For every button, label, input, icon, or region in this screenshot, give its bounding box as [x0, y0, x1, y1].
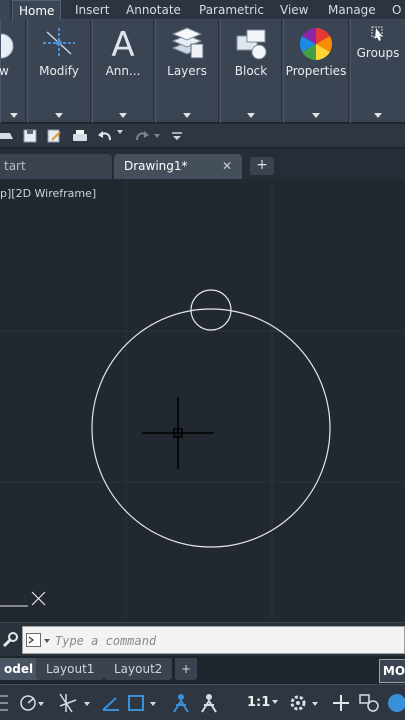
- grid-toggle-icon[interactable]: [0, 692, 10, 714]
- insert-block-icon: [236, 29, 267, 60]
- close-tab-icon[interactable]: ✕: [222, 154, 232, 178]
- panel-groups[interactable]: Groups: [350, 20, 405, 123]
- panel-block-expand-icon[interactable]: [247, 113, 255, 118]
- panel-groups-expand-icon[interactable]: [374, 113, 382, 118]
- panel-groups-label: Groups: [356, 46, 400, 60]
- command-line: [0, 622, 405, 656]
- new-tab-button[interactable]: +: [250, 157, 274, 175]
- tab-drawing1-label: Drawing1*: [124, 159, 188, 173]
- panel-modify[interactable]: Modify: [27, 20, 91, 123]
- save-icon[interactable]: [22, 128, 38, 144]
- panel-modify-expand-icon[interactable]: [55, 113, 63, 118]
- svg-text:A: A: [111, 26, 134, 60]
- dynamic-input-icon[interactable]: [100, 692, 122, 714]
- panel-draw[interactable]: w: [0, 20, 26, 123]
- ribbon-tab-bar: Home Insert Annotate Parametric View Man…: [0, 0, 405, 20]
- panel-layers-expand-icon[interactable]: [183, 113, 191, 118]
- draw-icon: [1, 33, 14, 59]
- status-bar: 1:1: [0, 684, 405, 720]
- panel-properties-expand-icon[interactable]: [312, 113, 320, 118]
- isodraft-icon[interactable]: [56, 692, 96, 714]
- tab-insert[interactable]: Insert: [75, 0, 109, 20]
- tab-start-label: tart: [4, 159, 26, 173]
- model-space-button[interactable]: MO: [379, 659, 405, 683]
- command-prompt-icon[interactable]: [26, 633, 52, 649]
- command-input-box[interactable]: [22, 626, 405, 654]
- object-snap-icon[interactable]: [126, 692, 162, 714]
- quick-access-toolbar: [0, 124, 405, 148]
- file-tab-bar: tart Drawing1* ✕ +: [0, 149, 405, 179]
- grid-lines: [0, 179, 405, 620]
- panel-layers-label: Layers: [167, 64, 207, 78]
- selection-cycling-icon[interactable]: [170, 692, 192, 714]
- ucs-icon: [0, 591, 46, 607]
- redo-dropdown-icon[interactable]: [154, 134, 160, 138]
- undo-icon[interactable]: [97, 128, 113, 144]
- isolate-objects-icon[interactable]: [358, 692, 380, 714]
- tab-layout2[interactable]: Layout2: [104, 658, 173, 680]
- panel-block-label: Block: [234, 64, 268, 78]
- tab-manage[interactable]: Manage: [328, 0, 376, 20]
- tab-annotate[interactable]: Annotate: [126, 0, 181, 20]
- tab-start[interactable]: tart: [0, 154, 112, 179]
- plus-icon[interactable]: [330, 692, 352, 714]
- ribbon-panels: w Modify A Ann... Layers Block Propertie…: [0, 20, 405, 123]
- panel-modify-label: Modify: [39, 64, 79, 78]
- tab-view[interactable]: View: [280, 0, 308, 20]
- undo-dropdown-icon[interactable]: [117, 130, 123, 134]
- panel-draw-expand-icon[interactable]: [10, 113, 18, 118]
- panel-layers[interactable]: Layers: [155, 20, 219, 123]
- group-icon: [371, 26, 383, 41]
- open-file-icon[interactable]: [0, 128, 16, 144]
- drawing-area: [0, 179, 405, 620]
- hardware-acceleration-icon[interactable]: [386, 692, 405, 714]
- tab-home[interactable]: Home: [12, 0, 62, 20]
- text-annotation-icon: A: [111, 26, 134, 60]
- tab-more[interactable]: O: [392, 0, 401, 20]
- polar-tracking-icon[interactable]: [18, 692, 46, 714]
- save-as-icon[interactable]: [46, 128, 62, 144]
- annotation-visibility-icon[interactable]: [198, 692, 220, 714]
- panel-annotation[interactable]: A Ann...: [92, 20, 154, 123]
- crosshair-cursor: [142, 397, 214, 469]
- drawing-canvas[interactable]: p][2D Wireframe]: [0, 179, 405, 620]
- tab-parametric[interactable]: Parametric: [199, 0, 264, 20]
- color-wheel-icon: [299, 27, 333, 61]
- annotation-scale-label[interactable]: 1:1: [247, 695, 270, 710]
- panel-properties[interactable]: Properties: [283, 20, 349, 123]
- wrench-icon[interactable]: [2, 631, 18, 649]
- workspace-gear-icon[interactable]: [288, 692, 322, 714]
- move-icon: [43, 28, 75, 58]
- command-input[interactable]: [55, 631, 375, 651]
- panel-block[interactable]: Block: [220, 20, 282, 123]
- redo-icon[interactable]: [134, 128, 150, 144]
- panel-properties-label: Properties: [285, 64, 347, 78]
- panel-annotation-expand-icon[interactable]: [119, 113, 127, 118]
- large-circle[interactable]: [91, 308, 331, 548]
- customize-toolbar-icon[interactable]: [170, 128, 186, 144]
- layers-icon: [171, 27, 204, 59]
- layout-tab-bar: odel Layout1 Layout2 + MO: [0, 656, 405, 684]
- panel-annotation-label: Ann...: [105, 64, 141, 78]
- tab-layout1[interactable]: Layout1: [36, 658, 105, 680]
- annotation-scale-dropdown-icon[interactable]: [272, 700, 278, 704]
- add-layout-button[interactable]: +: [175, 658, 198, 680]
- tab-drawing1[interactable]: Drawing1* ✕: [114, 154, 242, 179]
- panel-draw-label: w: [0, 64, 9, 78]
- plot-icon[interactable]: [72, 128, 88, 144]
- app-menu-edge[interactable]: [0, 0, 10, 20]
